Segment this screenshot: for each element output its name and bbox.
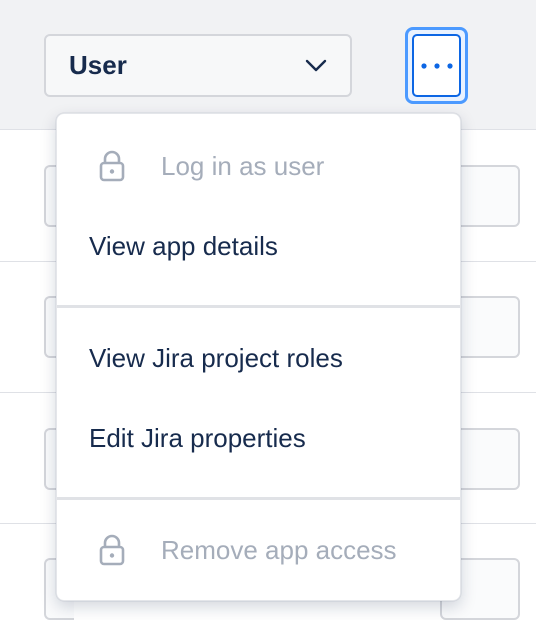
menu-item-view-app-details[interactable]: View app details	[57, 206, 460, 286]
menu-item-label: View app details	[89, 230, 278, 261]
lock-icon	[97, 534, 127, 566]
lock-icon	[97, 150, 127, 182]
menu-item-label: Remove app access	[161, 534, 397, 565]
menu-item-view-jira-project-roles[interactable]: View Jira project roles	[57, 318, 460, 398]
menu-item-label: Log in as user	[161, 150, 325, 181]
menu-item-log-in-as-user[interactable]: Log in as user	[57, 126, 460, 206]
menu-item-remove-app-access[interactable]: Remove app access	[57, 510, 460, 590]
chevron-down-icon	[304, 54, 328, 78]
more-actions-button-inner	[412, 34, 461, 97]
more-actions-button[interactable]	[405, 27, 468, 104]
role-select[interactable]: User	[44, 34, 352, 97]
role-select-value: User	[69, 50, 127, 80]
menu-item-edit-jira-properties[interactable]: Edit Jira properties	[57, 398, 460, 478]
more-actions-menu: Log in as user View app details View Jir…	[56, 113, 461, 601]
toolbar-header: User	[0, 0, 536, 130]
menu-divider	[57, 305, 460, 308]
menu-item-label: View Jira project roles	[89, 342, 343, 373]
menu-divider	[57, 497, 460, 500]
menu-item-label: Edit Jira properties	[89, 422, 306, 453]
more-horizontal-icon	[420, 57, 454, 75]
